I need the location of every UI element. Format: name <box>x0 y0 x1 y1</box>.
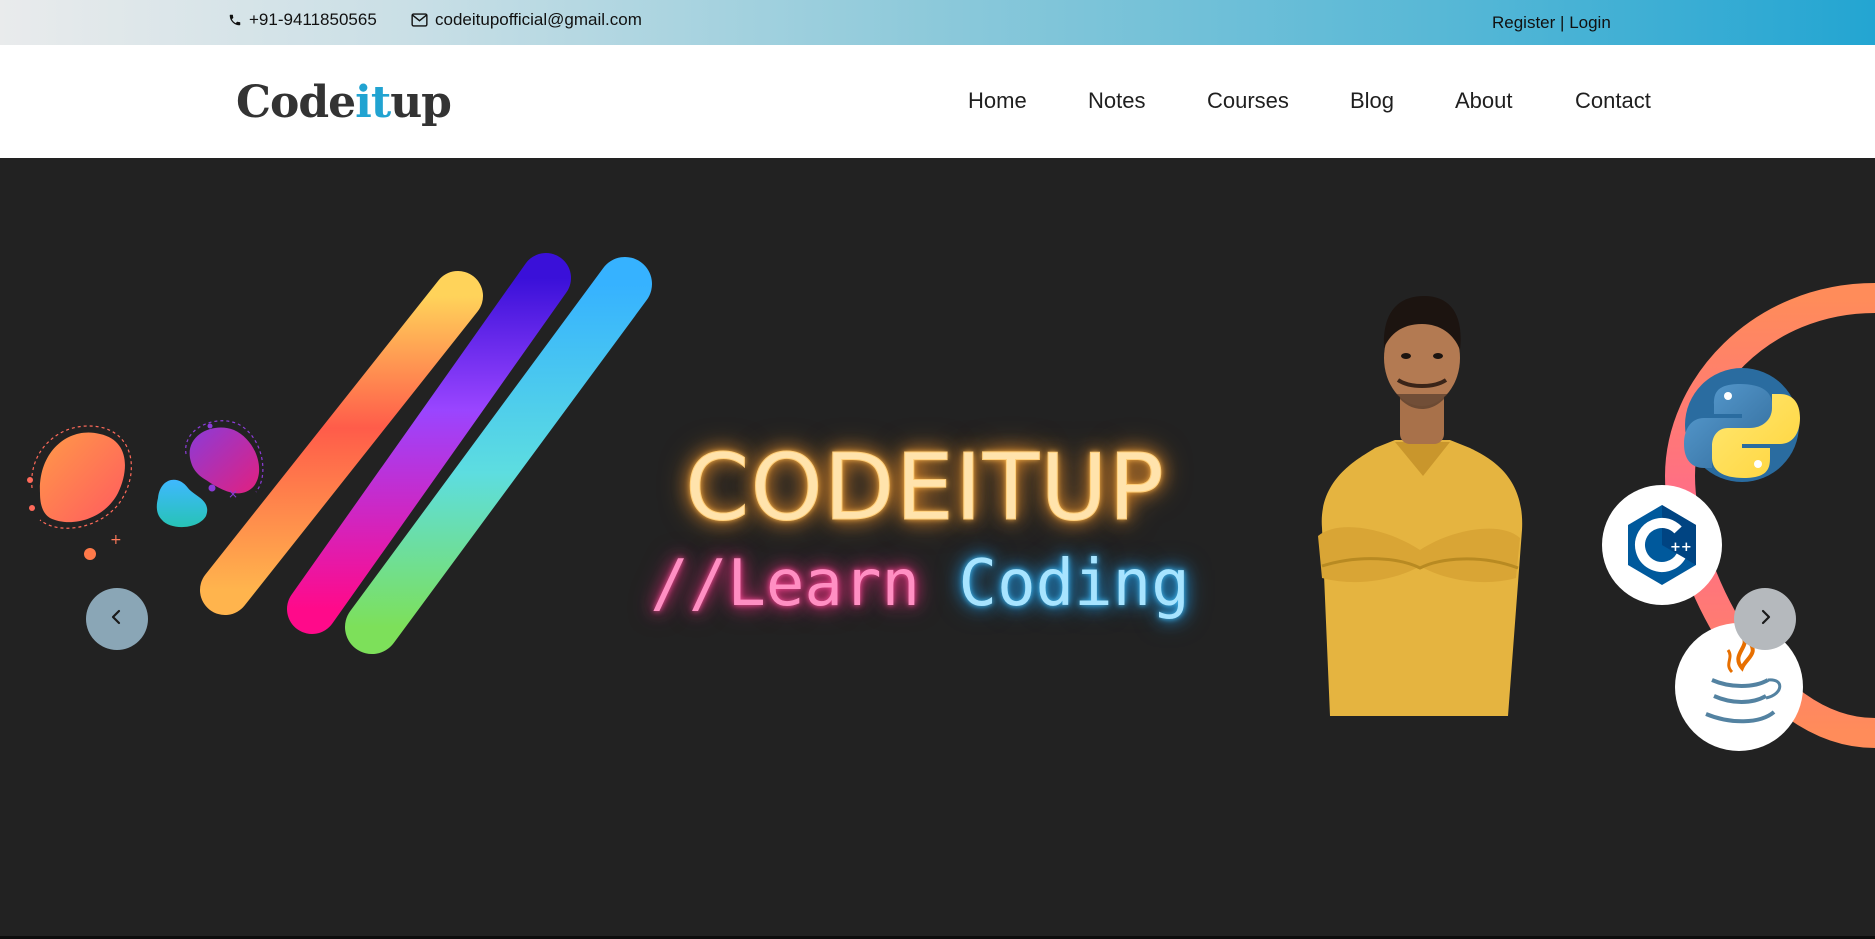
hero-subtitle-coding: Coding <box>920 547 1190 621</box>
phone-number: +91-9411850565 <box>249 10 377 29</box>
carousel-prev-button[interactable] <box>86 588 148 650</box>
nav-item-contact[interactable]: Contact <box>1575 86 1651 116</box>
main-navbar: Codeitup Home Notes Courses Blog About C… <box>0 45 1875 158</box>
nav-item-about[interactable]: About <box>1455 86 1513 116</box>
hero-subtitle-learn: //Learn <box>650 547 920 621</box>
decorative-blob-purple: × <box>185 420 264 501</box>
cplusplus-logo: ++ <box>1602 485 1722 605</box>
python-logo <box>1684 368 1800 482</box>
svg-text:+: + <box>110 532 122 548</box>
register-link[interactable]: Register <box>1492 13 1555 32</box>
contact-phone[interactable]: +91-9411850565 <box>228 9 377 31</box>
instructor-photo <box>1318 296 1523 716</box>
phone-icon <box>228 13 242 27</box>
chevron-right-icon <box>1758 609 1772 630</box>
svg-text:++: ++ <box>1670 540 1692 555</box>
nav-item-notes[interactable]: Notes <box>1088 86 1145 116</box>
decorative-blob-orange: + <box>27 425 132 560</box>
nav-item-home[interactable]: Home <box>968 86 1027 116</box>
hero-title: CODEITUP <box>685 434 1165 541</box>
decorative-blob-blue <box>156 479 208 528</box>
envelope-icon <box>411 13 428 27</box>
nav-item-blog[interactable]: Blog <box>1350 86 1394 116</box>
nav-menu: Home Notes Courses Blog About Contact <box>0 86 1875 116</box>
nav-item-courses[interactable]: Courses <box>1207 86 1289 116</box>
svg-text:×: × <box>228 487 238 501</box>
contact-email[interactable]: codeitupofficial@gmail.com <box>411 9 642 31</box>
email-address: codeitupofficial@gmail.com <box>435 10 642 29</box>
carousel-next-button[interactable] <box>1734 588 1796 650</box>
chevron-left-icon <box>110 609 124 630</box>
hero-carousel: + × ++ CODEITUP //Learn Coding <box>0 158 1875 939</box>
auth-links: Register | Login <box>1492 12 1611 34</box>
auth-separator: | <box>1555 13 1570 32</box>
top-contact-bar: +91-9411850565 codeitupofficial@gmail.co… <box>0 0 1875 45</box>
hero-subtitle: //Learn Coding <box>640 546 1200 622</box>
login-link[interactable]: Login <box>1569 13 1611 32</box>
